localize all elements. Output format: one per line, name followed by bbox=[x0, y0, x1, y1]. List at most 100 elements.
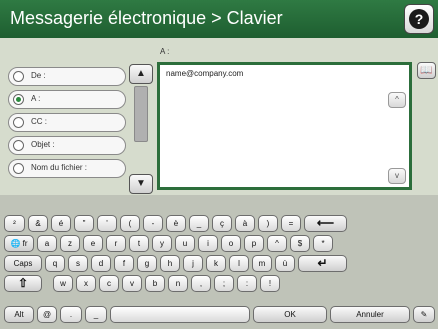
key[interactable]: @ bbox=[37, 306, 57, 323]
key[interactable]: h bbox=[160, 255, 180, 272]
key[interactable]: ' bbox=[97, 215, 117, 232]
key[interactable]: i bbox=[198, 235, 218, 252]
key[interactable]: p bbox=[244, 235, 264, 252]
key[interactable]: ² bbox=[4, 215, 25, 232]
field-from[interactable]: De : bbox=[8, 67, 126, 86]
backspace-icon: ⟵ bbox=[316, 216, 335, 230]
enter-icon: ↵ bbox=[317, 256, 328, 270]
chevron-up-icon: ▲ bbox=[136, 68, 146, 79]
key[interactable]: ^ bbox=[267, 235, 287, 252]
scroll-thumb[interactable] bbox=[134, 86, 148, 142]
chevron-down-icon: v bbox=[395, 171, 399, 180]
field-cc[interactable]: CC : bbox=[8, 113, 126, 132]
radio-button-selected[interactable] bbox=[13, 94, 24, 105]
shift-icon: ⇧ bbox=[17, 276, 29, 290]
key[interactable]: x bbox=[76, 275, 96, 292]
key[interactable]: ! bbox=[260, 275, 280, 292]
key[interactable]: w bbox=[53, 275, 73, 292]
chevron-down-icon: ▼ bbox=[136, 178, 146, 189]
key[interactable]: a bbox=[37, 235, 57, 252]
key[interactable]: $ bbox=[290, 235, 310, 252]
eraser-icon: ✎ bbox=[420, 310, 428, 319]
key[interactable]: l bbox=[229, 255, 249, 272]
globe-icon: 🌐 bbox=[10, 239, 21, 248]
key[interactable]: ; bbox=[214, 275, 234, 292]
field-to[interactable]: A : bbox=[8, 90, 126, 109]
cancel-button[interactable]: Annuler bbox=[330, 306, 410, 323]
key[interactable]: e bbox=[83, 235, 103, 252]
field-subject[interactable]: Objet : bbox=[8, 136, 126, 155]
key[interactable]: à bbox=[235, 215, 255, 232]
key[interactable]: j bbox=[183, 255, 203, 272]
address-book-icon: 📖 bbox=[420, 65, 433, 76]
key[interactable]: o bbox=[221, 235, 241, 252]
key[interactable]: n bbox=[168, 275, 188, 292]
field-label: Objet : bbox=[31, 140, 55, 149]
text-scroll-down-button[interactable]: v bbox=[388, 168, 406, 184]
editor-label: A : bbox=[160, 47, 170, 56]
chevron-up-icon: ^ bbox=[395, 95, 399, 104]
address-text-field[interactable]: name@company.com ^ v bbox=[157, 62, 412, 190]
key[interactable]: ( bbox=[120, 215, 140, 232]
field-list-scrollbar[interactable]: ▲ ▼ bbox=[129, 64, 153, 198]
key[interactable]: _ bbox=[85, 306, 107, 323]
key[interactable]: b bbox=[145, 275, 165, 292]
key[interactable]: c bbox=[99, 275, 119, 292]
key[interactable]: z bbox=[60, 235, 80, 252]
caps-lock-key[interactable]: Caps bbox=[4, 255, 42, 272]
key[interactable]: m bbox=[252, 255, 272, 272]
alt-key[interactable]: Alt bbox=[4, 306, 34, 323]
radio-button[interactable] bbox=[13, 163, 24, 174]
key[interactable]: : bbox=[237, 275, 257, 292]
key[interactable]: = bbox=[281, 215, 301, 232]
key[interactable]: r bbox=[106, 235, 126, 252]
key[interactable]: è bbox=[166, 215, 186, 232]
key[interactable]: * bbox=[313, 235, 333, 252]
help-icon: ? bbox=[409, 9, 429, 29]
key[interactable]: f bbox=[114, 255, 134, 272]
key[interactable]: k bbox=[206, 255, 226, 272]
space-key[interactable] bbox=[110, 306, 250, 323]
key[interactable]: . bbox=[60, 306, 82, 323]
key[interactable]: , bbox=[191, 275, 211, 292]
address-value: name@company.com bbox=[166, 69, 244, 78]
key[interactable]: u bbox=[175, 235, 195, 252]
help-button[interactable]: ? bbox=[404, 4, 434, 34]
key[interactable]: q bbox=[45, 255, 65, 272]
key[interactable]: g bbox=[137, 255, 157, 272]
ok-button[interactable]: OK bbox=[253, 306, 327, 323]
key[interactable]: y bbox=[152, 235, 172, 252]
field-label: De : bbox=[31, 71, 46, 80]
field-label: Nom du fichier : bbox=[31, 163, 88, 172]
address-book-button[interactable]: 📖 bbox=[417, 62, 436, 79]
field-label: A : bbox=[31, 94, 41, 103]
clear-button[interactable]: ✎ bbox=[413, 306, 435, 323]
backspace-key[interactable]: ⟵ bbox=[304, 215, 347, 232]
scroll-up-button[interactable]: ▲ bbox=[129, 64, 153, 84]
key[interactable]: _ bbox=[189, 215, 209, 232]
language-key[interactable]: 🌐 fr bbox=[4, 235, 34, 252]
key[interactable]: s bbox=[68, 255, 88, 272]
key[interactable]: ) bbox=[258, 215, 278, 232]
text-scroll-up-button[interactable]: ^ bbox=[388, 92, 406, 108]
radio-button[interactable] bbox=[13, 117, 24, 128]
key[interactable]: - bbox=[143, 215, 163, 232]
key[interactable]: & bbox=[28, 215, 48, 232]
key[interactable]: ç bbox=[212, 215, 232, 232]
field-label: CC : bbox=[31, 117, 47, 126]
key[interactable]: é bbox=[51, 215, 71, 232]
language-code: fr bbox=[22, 239, 28, 248]
field-list: De : A : CC : Objet : Nom du fichier : ▲… bbox=[8, 24, 153, 194]
key[interactable]: t bbox=[129, 235, 149, 252]
key[interactable]: ù bbox=[275, 255, 295, 272]
key[interactable]: d bbox=[91, 255, 111, 272]
radio-button[interactable] bbox=[13, 71, 24, 82]
shift-key[interactable]: ⇧ bbox=[4, 275, 42, 292]
key[interactable]: v bbox=[122, 275, 142, 292]
key[interactable]: " bbox=[74, 215, 94, 232]
field-filename[interactable]: Nom du fichier : bbox=[8, 159, 126, 178]
radio-button[interactable] bbox=[13, 140, 24, 151]
enter-key[interactable]: ↵ bbox=[298, 255, 347, 272]
scroll-down-button[interactable]: ▼ bbox=[129, 174, 153, 194]
scroll-track[interactable] bbox=[134, 86, 148, 176]
